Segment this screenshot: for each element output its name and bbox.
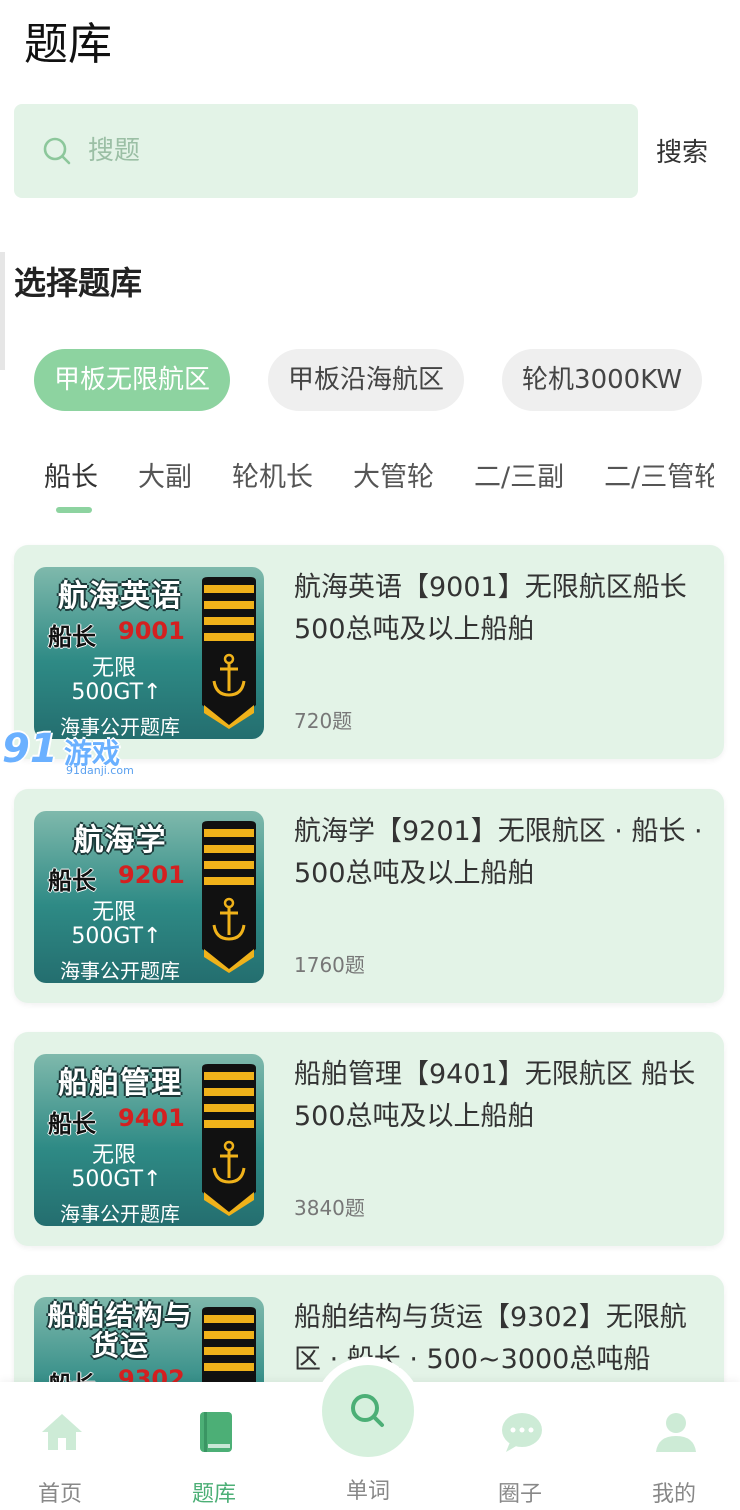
search-input[interactable]	[88, 136, 568, 166]
cover-code: 9001	[118, 617, 185, 645]
tab-captain[interactable]: 船长	[44, 455, 98, 519]
book-icon	[200, 1412, 232, 1452]
nav-home[interactable]: 首页	[10, 1382, 110, 1510]
cover-tonnage: 500GT↑	[71, 924, 162, 949]
search-box[interactable]	[14, 104, 638, 198]
page-title: 题库	[24, 19, 112, 70]
chat-bubble-icon	[502, 1413, 542, 1452]
question-count: 3840题	[294, 1196, 365, 1220]
cover-zone: 无限	[91, 1143, 136, 1168]
bank-title: 航海学【9201】无限航区 · 船长 · 500总吨及以上船舶	[294, 816, 703, 889]
chip-engine-3000kw[interactable]: 轮机3000KW	[502, 349, 703, 411]
bank-cover-image: 航海英语 船长 9001 无限 500GT↑ 海事公开题库	[34, 567, 264, 739]
nav-circle-label: 圈子	[497, 1482, 542, 1507]
question-count: 1760题	[294, 953, 365, 977]
bank-title: 航海英语【9001】无限航区船长500总吨及以上船舶	[294, 572, 687, 645]
user-icon	[656, 1413, 696, 1452]
watermark-logo: 91 游戏 91danji.com	[0, 726, 140, 782]
section-divider	[0, 252, 5, 370]
cover-title: 航海英语	[58, 579, 182, 614]
cover-zone: 无限	[91, 656, 136, 681]
category-chips: 甲板无限航区 甲板沿海航区 轮机3000KW	[34, 349, 724, 411]
cover-rank: 船长	[48, 1110, 96, 1138]
cover-zone: 无限	[91, 900, 136, 925]
cover-subtitle: 海事公开题库	[60, 1202, 180, 1226]
cover-code: 9401	[118, 1104, 185, 1132]
rank-tabs: 船长 大副 轮机长 大管轮 二/三副 二/三管轮	[44, 455, 714, 519]
section-title: 选择题库	[14, 264, 143, 302]
nav-mine-label: 我的	[651, 1482, 696, 1507]
question-bank-card[interactable]: 航海学 船长 9201 无限 500GT↑ 海事公开题库 航海学【9201】无限…	[14, 789, 724, 1003]
tab-second-third-officer[interactable]: 二/三副	[474, 455, 564, 519]
nav-words-button[interactable]	[322, 1365, 414, 1457]
tab-second-third-engineer[interactable]: 二/三管轮	[604, 455, 714, 519]
watermark-url: 91danji.com	[66, 764, 134, 777]
home-icon	[42, 1414, 82, 1450]
bank-cover-image: 船舶管理 船长 9401 无限 500GT↑ 海事公开题库	[34, 1054, 264, 1226]
cover-code: 9201	[118, 861, 185, 889]
nav-question-bank[interactable]: 题库	[164, 1382, 264, 1510]
chip-deck-coastal[interactable]: 甲板沿海航区	[268, 349, 465, 411]
chip-deck-unlimited[interactable]: 甲板无限航区	[34, 349, 231, 411]
nav-circle[interactable]: 圈子	[470, 1382, 570, 1510]
anchor-epaulette-icon	[202, 1064, 256, 1216]
cover-title: 航海学	[73, 823, 167, 858]
nav-words-label: 单词	[345, 1479, 390, 1504]
cover-tonnage: 500GT↑	[71, 1167, 162, 1192]
cover-rank: 船长	[48, 867, 96, 895]
question-bank-card[interactable]: 船舶管理 船长 9401 无限 500GT↑ 海事公开题库 船舶管理【9401】…	[14, 1032, 724, 1246]
bank-cover-image: 航海学 船长 9201 无限 500GT↑ 海事公开题库	[34, 811, 264, 983]
tab-second-engineer[interactable]: 大管轮	[353, 455, 434, 519]
anchor-epaulette-icon	[202, 821, 256, 973]
nav-mine[interactable]: 我的	[624, 1382, 724, 1510]
search-icon	[351, 1394, 384, 1427]
anchor-epaulette-icon	[202, 577, 256, 729]
cover-subtitle: 海事公开题库	[60, 959, 180, 983]
tab-chief-officer[interactable]: 大副	[138, 455, 192, 519]
cover-tonnage: 500GT↑	[71, 680, 162, 705]
search-button[interactable]: 搜索	[656, 132, 708, 169]
question-count: 720题	[294, 709, 353, 733]
nav-question-bank-label: 题库	[191, 1482, 236, 1507]
tab-chief-engineer[interactable]: 轮机长	[232, 455, 313, 519]
nav-home-label: 首页	[37, 1482, 82, 1507]
search-icon	[43, 137, 71, 165]
cover-rank: 船长	[48, 623, 96, 651]
cover-title: 船舶结构与货运	[47, 1299, 193, 1362]
cover-title: 船舶管理	[58, 1066, 182, 1101]
watermark-number: 91	[2, 726, 58, 772]
bank-title: 船舶管理【9401】无限航区 船长 500总吨及以上船舶	[294, 1059, 696, 1132]
